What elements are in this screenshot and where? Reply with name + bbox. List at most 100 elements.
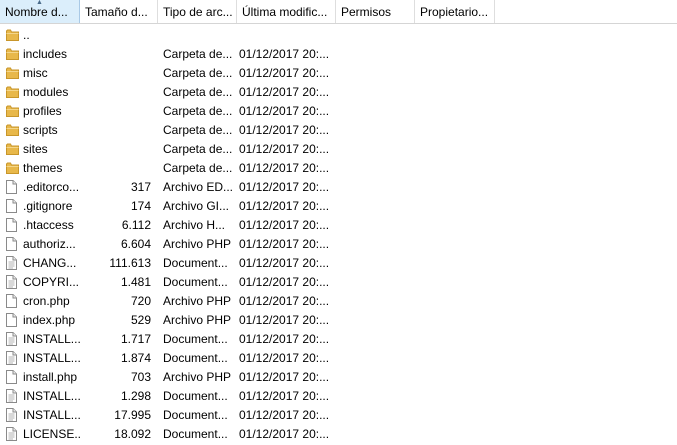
file-row[interactable]: INSTALL... 17.995 Document... 01/12/2017 20… (0, 405, 677, 424)
file-type: Archivo ED... (163, 179, 234, 194)
file-modified: 01/12/2017 20:... (239, 350, 330, 365)
file-name-cell: scripts (0, 123, 80, 137)
column-header-modified[interactable]: Última modific... (237, 0, 336, 23)
folder-icon (6, 104, 19, 118)
file-name: sites (23, 141, 48, 156)
file-name-cell: INSTALL... (0, 350, 80, 365)
file-type: Document... (163, 426, 228, 441)
file-modified: 01/12/2017 20:... (239, 369, 330, 384)
file-icon (6, 312, 19, 327)
file-name: misc (23, 65, 48, 80)
file-modified: 01/12/2017 20:... (239, 160, 330, 175)
file-type: Carpeta de... (163, 160, 233, 175)
file-size: 17.995 (114, 407, 151, 422)
file-row[interactable]: authoriz... 6.604 Archivo PHP 01/12/2017 20… (0, 234, 677, 253)
file-name-cell: cron.php (0, 293, 80, 308)
column-header-label: Nombre d... (5, 5, 68, 19)
file-name: INSTALL... (23, 350, 80, 365)
column-header-size[interactable]: Tamaño d... (80, 0, 158, 23)
file-name-cell: misc (0, 66, 80, 80)
file-name-cell: includes (0, 47, 80, 61)
file-name: authoriz... (23, 236, 76, 251)
file-type: Carpeta de... (163, 65, 233, 80)
file-type: Carpeta de... (163, 46, 233, 61)
file-size: 1.717 (120, 331, 151, 346)
file-name: install.php (23, 369, 78, 384)
file-row[interactable]: modules Carpeta de... 01/12/2017 20:... (0, 82, 677, 101)
file-name: includes (23, 46, 68, 61)
file-size: 529 (130, 312, 151, 327)
file-name-cell: modules (0, 85, 80, 99)
file-type: Carpeta de... (163, 122, 233, 137)
file-icon (6, 236, 19, 251)
file-name: scripts (23, 122, 58, 137)
file-row[interactable]: .htaccess 6.112 Archivo H... 01/12/2017 20:… (0, 215, 677, 234)
file-name: cron.php (23, 293, 70, 308)
column-header-permissions[interactable]: Permisos (336, 0, 415, 23)
file-type: Document... (163, 274, 228, 289)
file-row[interactable]: .gitignore 174 Archivo GI... 01/12/2017 20:… (0, 196, 677, 215)
file-row[interactable]: INSTALL... 1.717 Document... 01/12/2017 20:… (0, 329, 677, 348)
file-row[interactable]: cron.php 720 Archivo PHP 01/12/2017 20:... (0, 291, 677, 310)
file-name: INSTALL... (23, 331, 80, 346)
file-modified: 01/12/2017 20:... (239, 84, 330, 99)
column-header-label: Tamaño d... (85, 5, 148, 19)
file-name-cell: LICENSE.... (0, 426, 80, 441)
file-row[interactable]: INSTALL... 1.298 Document... 01/12/2017 20:… (0, 386, 677, 405)
column-header-name[interactable]: ▲ Nombre d... (0, 0, 80, 23)
column-header-type[interactable]: Tipo de arc... (158, 0, 237, 23)
file-modified: 01/12/2017 20:... (239, 293, 330, 308)
file-name-cell: sites (0, 142, 80, 156)
file-name-cell: profiles (0, 104, 80, 118)
file-type: Archivo PHP (163, 236, 232, 251)
file-modified: 01/12/2017 20:... (239, 388, 330, 403)
file-type: Archivo PHP (163, 369, 232, 384)
file-row[interactable]: misc Carpeta de... 01/12/2017 20:... (0, 63, 677, 82)
folder-icon (6, 161, 19, 175)
text-file-icon (6, 388, 19, 403)
folder-icon (6, 85, 19, 99)
file-name-cell: .htaccess (0, 217, 80, 232)
file-icon (6, 369, 19, 384)
file-modified: 01/12/2017 20:... (239, 312, 330, 327)
file-type: Carpeta de... (163, 141, 233, 156)
file-row[interactable]: COPYRI... 1.481 Document... 01/12/2017 20:.… (0, 272, 677, 291)
file-icon (6, 179, 19, 194)
folder-icon (6, 47, 19, 61)
file-row[interactable]: themes Carpeta de... 01/12/2017 20:... (0, 158, 677, 177)
file-modified: 01/12/2017 20:... (239, 46, 330, 61)
file-name-cell: INSTALL... (0, 407, 80, 422)
file-row[interactable]: scripts Carpeta de... 01/12/2017 20:... (0, 120, 677, 139)
file-row[interactable]: install.php 703 Archivo PHP 01/12/2017 20:.… (0, 367, 677, 386)
file-size: 111.613 (109, 255, 151, 270)
file-row[interactable]: profiles Carpeta de... 01/12/2017 20:... (0, 101, 677, 120)
file-row[interactable]: .editorco... 317 Archivo ED... 01/12/2017 2… (0, 177, 677, 196)
file-row[interactable]: LICENSE.... 18.092 Document... 01/12/2017 2… (0, 424, 677, 443)
file-name-cell: index.php (0, 312, 80, 327)
file-row[interactable]: index.php 529 Archivo PHP 01/12/2017 20:... (0, 310, 677, 329)
file-type: Carpeta de... (163, 103, 233, 118)
file-size: 1.298 (120, 388, 151, 403)
text-file-icon (6, 255, 19, 270)
text-file-icon (6, 331, 19, 346)
file-modified: 01/12/2017 20:... (239, 179, 330, 194)
file-size: 174 (130, 198, 151, 213)
file-size: 6.604 (120, 236, 151, 251)
text-file-icon (6, 407, 19, 422)
column-header-label: Tipo de arc... (163, 5, 233, 19)
text-file-icon (6, 274, 19, 289)
file-size: 6.112 (121, 217, 151, 232)
file-modified: 01/12/2017 20:... (239, 65, 330, 80)
file-row[interactable]: includes Carpeta de... 01/12/2017 20:... (0, 44, 677, 63)
column-header-owner[interactable]: Propietario... (415, 0, 495, 23)
file-row[interactable]: .. (0, 25, 677, 44)
file-name: profiles (23, 103, 62, 118)
column-header-label: Última modific... (242, 5, 328, 19)
file-row[interactable]: sites Carpeta de... 01/12/2017 20:... (0, 139, 677, 158)
file-modified: 01/12/2017 20:... (239, 103, 330, 118)
file-size: 720 (130, 293, 151, 308)
file-size: 317 (130, 179, 151, 194)
file-row[interactable]: INSTALL... 1.874 Document... 01/12/2017 20:… (0, 348, 677, 367)
file-row[interactable]: CHANG... 111.613 Document... 01/12/2017 20:… (0, 253, 677, 272)
file-name-cell: .editorco... (0, 179, 80, 194)
